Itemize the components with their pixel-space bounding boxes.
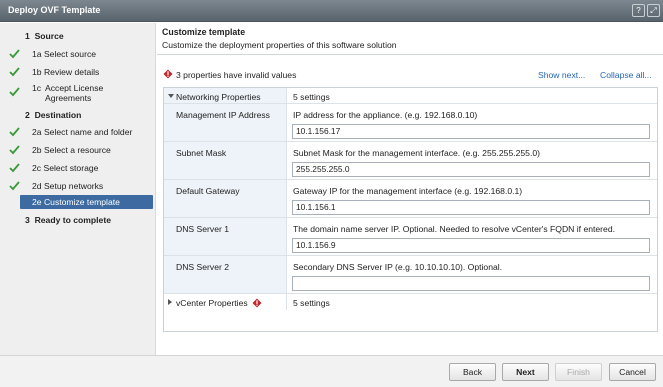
- dns-server-2-input[interactable]: [292, 276, 650, 291]
- expand-icon[interactable]: ⤢: [647, 4, 660, 17]
- property-name: DNS Server 2: [176, 262, 230, 272]
- header-divider: [157, 54, 663, 55]
- management-ip-input[interactable]: 10.1.156.17: [292, 124, 650, 139]
- help-icon[interactable]: ?: [632, 4, 645, 17]
- step-label: 3 Ready to complete: [25, 215, 111, 225]
- property-name-cell: Default Gateway: [164, 180, 287, 217]
- property-name: Default Gateway: [176, 186, 240, 196]
- property-row-dns-server-2: DNS Server 2 Secondary DNS Server IP (e.…: [164, 256, 657, 294]
- section-name: Networking Properties: [176, 92, 261, 102]
- section-name-cell: vCenter Properties: [164, 294, 287, 310]
- property-description: Gateway IP for the management interface …: [293, 186, 523, 196]
- section-name: vCenter Properties: [176, 298, 248, 308]
- section-count: 5 settings: [293, 298, 330, 308]
- finish-button[interactable]: Finish: [555, 363, 602, 381]
- step-1-source: 1 Source: [0, 28, 156, 45]
- step-2c-select-storage[interactable]: 2c Select storage: [0, 160, 156, 177]
- checkmark-icon: [9, 163, 20, 173]
- wizard-steps-sidebar: 1 Source 1a Select source 1b Review deta…: [0, 23, 156, 355]
- property-name-cell: DNS Server 1: [164, 218, 287, 255]
- checkmark-icon: [9, 49, 20, 59]
- section-name-cell: Networking Properties: [164, 88, 287, 103]
- step-label: 2c Select storage: [32, 163, 99, 173]
- show-next-link[interactable]: Show next...: [538, 70, 585, 80]
- main-content: Customize template Customize the deploym…: [157, 23, 663, 355]
- property-description: Subnet Mask for the management interface…: [293, 148, 540, 158]
- section-networking-properties[interactable]: Networking Properties 5 settings: [164, 88, 657, 104]
- step-2a-select-name-folder[interactable]: 2a Select name and folder: [0, 124, 156, 141]
- property-name: Subnet Mask: [176, 148, 227, 158]
- page-subtitle: Customize the deployment properties of t…: [162, 40, 397, 50]
- deploy-ovf-dialog: Deploy OVF Template ? ⤢ 1 Source 1a Sele…: [0, 0, 663, 387]
- property-row-subnet-mask: Subnet Mask Subnet Mask for the manageme…: [164, 142, 657, 180]
- step-1c-accept-license[interactable]: 1c Accept License Agreements: [0, 82, 156, 108]
- step-label: 1a Select source: [32, 49, 97, 59]
- property-name-cell: Subnet Mask: [164, 142, 287, 179]
- property-description: The domain name server IP. Optional. Nee…: [293, 224, 615, 234]
- step-label: 1b Review details: [32, 67, 100, 77]
- warning-icon: [252, 298, 262, 308]
- step-2-destination: 2 Destination: [0, 107, 156, 124]
- step-label: 2b Select a resource: [32, 145, 111, 155]
- cancel-button[interactable]: Cancel: [609, 363, 656, 381]
- step-2b-select-resource[interactable]: 2b Select a resource: [0, 142, 156, 159]
- collapse-all-link[interactable]: Collapse all...: [600, 70, 652, 80]
- step-label: 2d Setup networks: [32, 181, 104, 191]
- property-row-default-gateway: Default Gateway Gateway IP for the manag…: [164, 180, 657, 218]
- titlebar[interactable]: Deploy OVF Template ? ⤢: [0, 0, 663, 22]
- collapse-arrow-icon[interactable]: [168, 299, 172, 305]
- property-description: Secondary DNS Server IP (e.g. 10.10.10.1…: [293, 262, 503, 272]
- expand-arrow-icon[interactable]: [168, 94, 174, 98]
- section-count: 5 settings: [293, 92, 330, 102]
- page-title: Customize template: [162, 27, 246, 37]
- step-label: 2e Customize template: [32, 197, 120, 207]
- checkmark-icon: [9, 145, 20, 155]
- subnet-mask-input[interactable]: 255.255.255.0: [292, 162, 650, 177]
- default-gateway-input[interactable]: 10.1.156.1: [292, 200, 650, 215]
- property-name-cell: Management IP Address: [164, 104, 287, 141]
- property-row-dns-server-1: DNS Server 1 The domain name server IP. …: [164, 218, 657, 256]
- next-button[interactable]: Next: [502, 363, 549, 381]
- section-vcenter-properties[interactable]: vCenter Properties 5 settings: [164, 294, 657, 310]
- step-label: Accept License Agreements: [45, 83, 104, 103]
- step-3-ready-to-complete: 3 Ready to complete: [0, 212, 156, 229]
- warning-icon: [163, 69, 173, 79]
- back-button[interactable]: Back: [449, 363, 496, 381]
- checkmark-icon: [9, 127, 20, 137]
- checkmark-icon: [9, 67, 20, 77]
- step-2d-setup-networks[interactable]: 2d Setup networks: [0, 178, 156, 195]
- property-row-management-ip: Management IP Address IP address for the…: [164, 104, 657, 142]
- properties-grid: Networking Properties 5 settings Managem…: [163, 87, 658, 332]
- step-number: 1c: [32, 83, 42, 93]
- step-1a-select-source[interactable]: 1a Select source: [0, 46, 156, 63]
- dialog-title: Deploy OVF Template: [8, 5, 101, 15]
- validation-warning-text: 3 properties have invalid values: [176, 70, 297, 80]
- step-1b-review-details[interactable]: 1b Review details: [0, 64, 156, 81]
- checkmark-icon: [9, 87, 20, 97]
- property-name: DNS Server 1: [176, 224, 230, 234]
- property-name: Management IP Address: [176, 110, 270, 120]
- step-label: 2 Destination: [25, 110, 82, 120]
- property-description: IP address for the appliance. (e.g. 192.…: [293, 110, 478, 120]
- step-2e-customize-template[interactable]: 2e Customize template: [0, 195, 156, 212]
- step-label: 2a Select name and folder: [32, 127, 133, 137]
- checkmark-icon: [9, 181, 20, 191]
- dns-server-1-input[interactable]: 10.1.156.9: [292, 238, 650, 253]
- dialog-footer: Back Next Finish Cancel: [0, 355, 663, 387]
- step-label: 1 Source: [25, 31, 64, 41]
- property-name-cell: DNS Server 2: [164, 256, 287, 293]
